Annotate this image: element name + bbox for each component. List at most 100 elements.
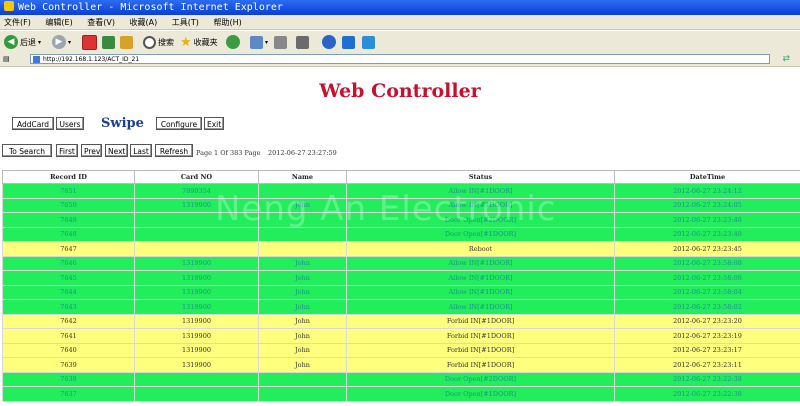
favorites-button[interactable]: ★ 收藏夹: [180, 34, 218, 50]
mail-icon: [250, 35, 263, 49]
research-icon: [342, 35, 355, 49]
page-content: Web Controller AddCard Users Swipe Confi…: [0, 67, 800, 406]
cell-card: [134, 226, 259, 242]
table-row: 7648 Door Open[#1DOOR] 2012-06-27 23:23:48: [2, 226, 800, 242]
cell-id: 7639: [2, 357, 135, 373]
records-table: Record ID Card NO Name Status DateTime 7…: [2, 170, 800, 402]
cell-status: Allow IN[#1DOOR]: [346, 255, 615, 271]
first-button[interactable]: First: [56, 144, 78, 157]
cell-time: 2012-06-27 23:24:05: [614, 197, 800, 213]
cell-id: 7648: [2, 226, 135, 242]
cell-status: Forbid IN[#1DOOR]: [346, 357, 615, 373]
refresh-button[interactable]: [102, 34, 115, 50]
cell-id: 7646: [2, 255, 135, 271]
cell-id: 7643: [2, 299, 135, 315]
cell-card: 1319900: [134, 197, 259, 213]
cell-card: 1319900: [134, 313, 259, 329]
edit-button[interactable]: [296, 34, 309, 50]
search-button[interactable]: 搜索: [143, 34, 174, 50]
cell-time: 2012-06-27 23:23:48: [614, 226, 800, 242]
address-input[interactable]: http://192.168.1.123/ACT_ID_21: [30, 54, 770, 64]
addcard-button[interactable]: AddCard: [12, 117, 54, 130]
mail-dropdown-icon[interactable]: ▾: [265, 39, 268, 46]
to-search-button[interactable]: To Search: [2, 144, 52, 157]
refresh-page-button[interactable]: Refresh: [155, 144, 193, 157]
cell-name: John: [258, 328, 347, 344]
cell-name: [258, 386, 347, 402]
browser-toolbar: ◀ 后退 ▾ ▶ ▾ 搜索 ★ 收藏夹 ▾: [0, 31, 800, 54]
cell-card: [134, 212, 259, 228]
refresh-icon: [102, 35, 115, 49]
table-row: 7646 1319900 John Allow IN[#1DOOR] 2012-06-2…: [2, 255, 800, 271]
page-icon: [33, 56, 40, 63]
table-row: 7644 1319900 John Allow IN[#1DOOR] 2012-06-2…: [2, 284, 800, 300]
cell-time: 2012-06-27 23:23:17: [614, 342, 800, 358]
table-row: 7639 1319900 John Forbid IN[#1DOOR] 2012-06-…: [2, 357, 800, 373]
table-row: 7650 1319900 John Allow IN[#1DOOR] 2012-06-2…: [2, 197, 800, 213]
address-bar: ▤ http://192.168.1.123/ACT_ID_21 ⇄: [0, 53, 800, 67]
cell-id: 7642: [2, 313, 135, 329]
edit-icon: [296, 35, 309, 49]
cell-id: 7647: [2, 241, 135, 257]
users-button[interactable]: Users: [56, 117, 84, 130]
menu-view[interactable]: 查看(V): [87, 18, 115, 27]
messenger-button[interactable]: [322, 34, 336, 50]
cell-name: John: [258, 284, 347, 300]
print-button[interactable]: [274, 34, 287, 50]
last-button[interactable]: Last: [130, 144, 152, 157]
menu-help[interactable]: 帮助(H): [213, 18, 241, 27]
discuss-button[interactable]: [362, 34, 375, 50]
cell-id: 7645: [2, 270, 135, 286]
cell-time: 2012-06-27 23:23:48: [614, 212, 800, 228]
cell-name: [258, 241, 347, 257]
configure-button[interactable]: Configure: [156, 117, 202, 130]
prev-button[interactable]: Prev: [81, 144, 102, 157]
cell-name: [258, 226, 347, 242]
home-button[interactable]: [120, 34, 133, 50]
header-record-id: Record ID: [2, 170, 135, 184]
cell-id: 7650: [2, 197, 135, 213]
forward-dropdown-icon[interactable]: ▾: [68, 39, 71, 46]
header-card-no: Card NO: [134, 170, 259, 184]
menu-tools[interactable]: 工具(T): [172, 18, 199, 27]
cell-card: 1319900: [134, 270, 259, 286]
search-icon: [143, 35, 156, 49]
back-button[interactable]: ◀ 后退 ▾: [4, 34, 41, 50]
cell-card: 1319900: [134, 342, 259, 358]
cell-name: John: [258, 299, 347, 315]
back-dropdown-icon[interactable]: ▾: [38, 39, 41, 46]
cell-time: 2012-06-27 23:22:38: [614, 371, 800, 387]
cell-status: Door Open[#2DOOR]: [346, 212, 615, 228]
cell-time: 2012-06-27 23:24:12: [614, 183, 800, 199]
menu-file[interactable]: 文件(F): [4, 18, 31, 27]
cell-time: 2012-06-27 23:58:08: [614, 255, 800, 271]
table-row: 7638 Door Open[#2DOOR] 2012-06-27 23:22:38: [2, 371, 800, 387]
cell-status: Allow IN[#1DOOR]: [346, 270, 615, 286]
cell-name: John: [258, 313, 347, 329]
cell-card: [134, 386, 259, 402]
go-icon[interactable]: ⇄: [782, 53, 790, 66]
stop-button[interactable]: [82, 34, 97, 50]
cell-time: 2012-06-27 23:23:45: [614, 241, 800, 257]
header-status: Status: [346, 170, 615, 184]
forward-button[interactable]: ▶ ▾: [52, 34, 71, 50]
research-button[interactable]: [342, 34, 355, 50]
next-button[interactable]: Next: [105, 144, 128, 157]
cell-name: John: [258, 342, 347, 358]
messenger-icon: [322, 35, 336, 49]
mail-button[interactable]: ▾: [250, 34, 268, 50]
table-row: 7645 1319900 John Allow IN[#1DOOR] 2012-06-2…: [2, 270, 800, 286]
stop-icon: [82, 34, 97, 50]
swipe-tab[interactable]: Swipe: [101, 116, 144, 131]
cell-status: Forbid IN[#1DOOR]: [346, 328, 615, 344]
window-title: Web Controller - Microsoft Internet Expl…: [18, 2, 283, 13]
media-button[interactable]: [226, 34, 240, 50]
menu-favorites[interactable]: 收藏(A): [130, 18, 158, 27]
table-row: 7641 1319900 John Forbid IN[#1DOOR] 2012-06-…: [2, 328, 800, 344]
current-time: 2012-06-27 23:27:59: [268, 149, 337, 157]
menu-edit[interactable]: 编辑(E): [45, 18, 72, 27]
exit-button[interactable]: Exit: [204, 117, 224, 130]
cell-id: 7644: [2, 284, 135, 300]
cell-id: 7638: [2, 371, 135, 387]
cell-card: 1319900: [134, 284, 259, 300]
